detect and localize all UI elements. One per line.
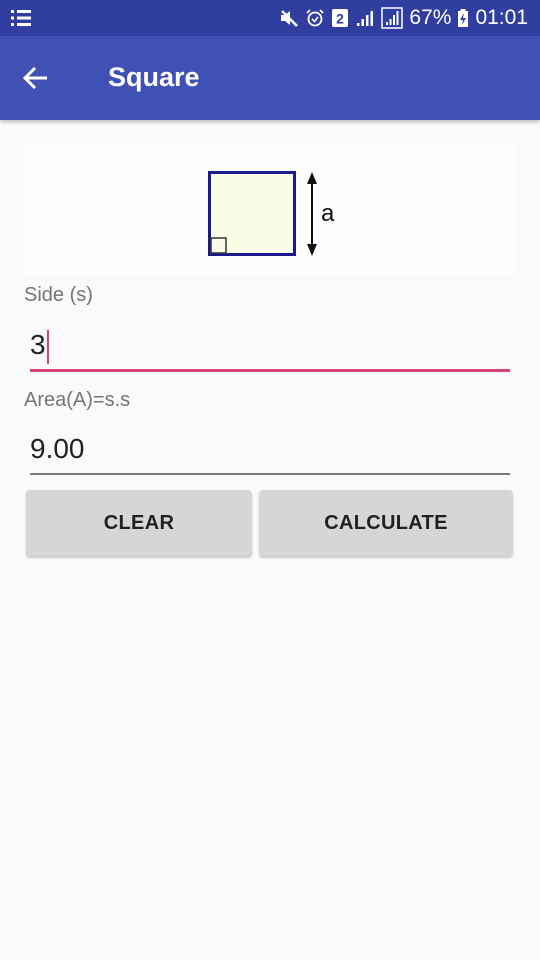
clock: 01:01 [475,6,528,29]
status-bar: 2 67% 01:01 [0,0,540,36]
area-output-underline [30,473,510,475]
sim-label: 2 [337,11,345,27]
side-input-value: 3 [30,329,46,360]
signal-boxed-icon [381,7,404,29]
side-dimension-label: a [321,200,335,227]
clear-button[interactable]: CLEAR [26,490,252,556]
side-input-underline [30,369,510,372]
page-title: Square [108,62,200,92]
square-figure: a [24,144,516,276]
battery-percent: 67% [409,6,452,29]
app-bar: Square [0,36,540,120]
signal-icon [355,8,375,28]
battery-charging-icon [457,8,469,28]
sim-2-icon: 2 [331,8,349,28]
area-output[interactable]: 9.00 [30,433,510,465]
area-output-value: 9.00 [30,433,85,464]
dimension-arrow [307,172,317,256]
notification-list-icon [10,7,32,34]
side-input[interactable]: 3 [30,329,510,364]
calculate-button[interactable]: CALCULATE [259,490,513,556]
alarm-icon [305,8,325,28]
side-label: Side (s) [24,284,93,306]
text-cursor [46,329,49,364]
square-shape [208,171,296,256]
arrow-back-icon[interactable] [20,62,52,94]
area-label: Area(A)=s.s [24,389,131,411]
mute-icon [279,8,299,28]
